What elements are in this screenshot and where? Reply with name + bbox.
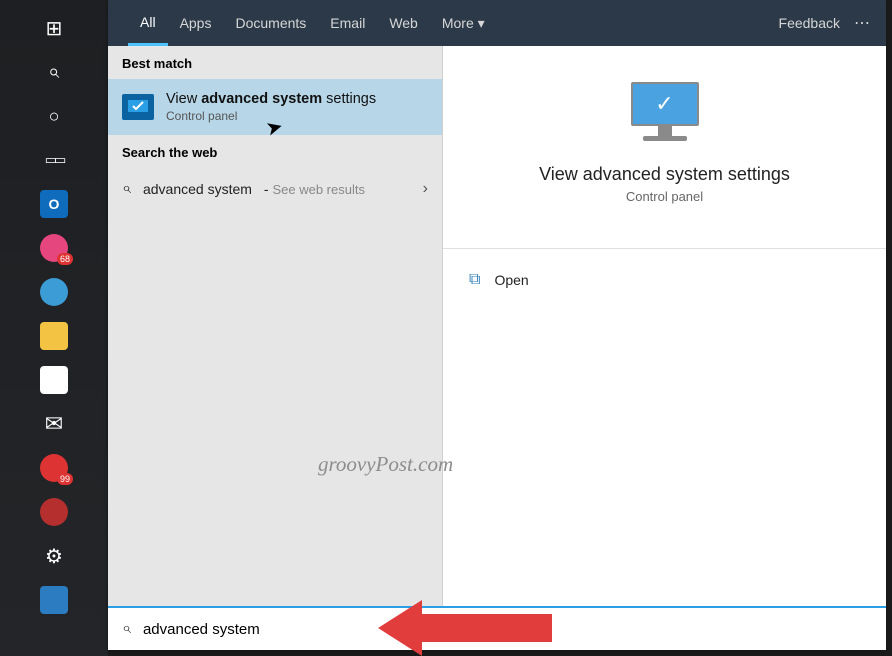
preview-subtitle: Control panel — [463, 189, 866, 204]
cc-icon — [40, 498, 68, 526]
best-match-title: View advanced system settings — [166, 91, 376, 107]
best-match-text: View advanced system settings Control pa… — [166, 91, 376, 123]
settings-button[interactable]: ⚙ — [32, 538, 76, 574]
mail-icon: ✉ — [45, 411, 63, 437]
cortana-button[interactable]: ○ — [32, 98, 76, 134]
pinned-app-pink[interactable]: 68 — [32, 230, 76, 266]
open-action[interactable]: ⧉ Open — [469, 271, 860, 289]
gear-icon: ⚙ — [45, 544, 63, 569]
task-view-button[interactable]: ▭▭ — [32, 142, 76, 178]
app-icon — [40, 586, 68, 614]
preview-actions: ⧉ Open — [443, 249, 886, 311]
chevron-right-icon: › — [423, 180, 428, 198]
edge-icon — [40, 278, 68, 306]
preview-header: ✓ View advanced system settings Control … — [443, 46, 886, 224]
search-input[interactable] — [143, 621, 872, 638]
tab-web[interactable]: Web — [377, 0, 430, 46]
more-options-button[interactable]: ⋯ — [854, 13, 872, 33]
tab-all[interactable]: All — [128, 0, 168, 46]
file-explorer-button[interactable] — [32, 318, 76, 354]
tab-apps[interactable]: Apps — [168, 0, 224, 46]
badge-count: 68 — [57, 253, 73, 265]
open-label: Open — [494, 272, 528, 288]
feedback-link[interactable]: Feedback — [779, 15, 840, 31]
search-icon: ⌕ — [48, 61, 59, 84]
best-match-result[interactable]: View advanced system settings Control pa… — [108, 79, 442, 135]
results-area: Best match View advanced system settings… — [108, 46, 886, 606]
pinned-app-blue[interactable] — [32, 582, 76, 618]
store-button[interactable] — [32, 362, 76, 398]
web-query-text: advanced system — [143, 181, 252, 197]
result-preview-pane: ✓ View advanced system settings Control … — [443, 46, 886, 606]
taskbar-search-button[interactable]: ⌕ — [32, 54, 76, 90]
open-icon: ⧉ — [469, 271, 480, 289]
store-icon — [40, 366, 68, 394]
opera-button[interactable]: 99 — [32, 450, 76, 486]
taskbar: ⊞ ⌕ ○ ▭▭ O 68 ✉ 99 ⚙ — [0, 0, 108, 656]
search-input-bar: ⌕ — [108, 606, 886, 650]
search-filter-tabs: All Apps Documents Email Web More ▾ Feed… — [108, 0, 886, 46]
tab-more[interactable]: More ▾ — [430, 0, 497, 46]
control-panel-icon — [122, 94, 154, 120]
task-view-icon: ▭▭ — [45, 152, 64, 168]
tab-email[interactable]: Email — [318, 0, 377, 46]
mail-button[interactable]: ✉ — [32, 406, 76, 442]
tab-documents[interactable]: Documents — [223, 0, 318, 46]
watermark-text: groovyPost.com — [318, 452, 453, 477]
circle-icon: ○ — [49, 106, 60, 127]
edge-dev-button[interactable] — [32, 274, 76, 310]
search-panel: All Apps Documents Email Web More ▾ Feed… — [108, 0, 886, 650]
outlook-button[interactable]: O — [32, 186, 76, 222]
badge-count: 99 — [57, 473, 73, 485]
search-icon: ⌕ — [122, 180, 131, 198]
search-icon: ⌕ — [122, 620, 131, 638]
start-button[interactable]: ⊞ — [32, 10, 76, 46]
best-match-subtitle: Control panel — [166, 109, 376, 123]
windows-icon: ⊞ — [46, 16, 63, 41]
results-list: Best match View advanced system settings… — [108, 46, 443, 606]
preview-title: View advanced system settings — [463, 164, 866, 185]
web-hint-text: - See web results — [264, 181, 365, 197]
web-search-result[interactable]: ⌕ advanced system - See web results › — [108, 168, 442, 210]
folder-icon — [40, 322, 68, 350]
search-web-header: Search the web — [108, 135, 442, 168]
monitor-icon: ✓ — [619, 82, 711, 150]
creative-cloud-button[interactable] — [32, 494, 76, 530]
best-match-header: Best match — [108, 46, 442, 79]
outlook-icon: O — [40, 190, 68, 218]
